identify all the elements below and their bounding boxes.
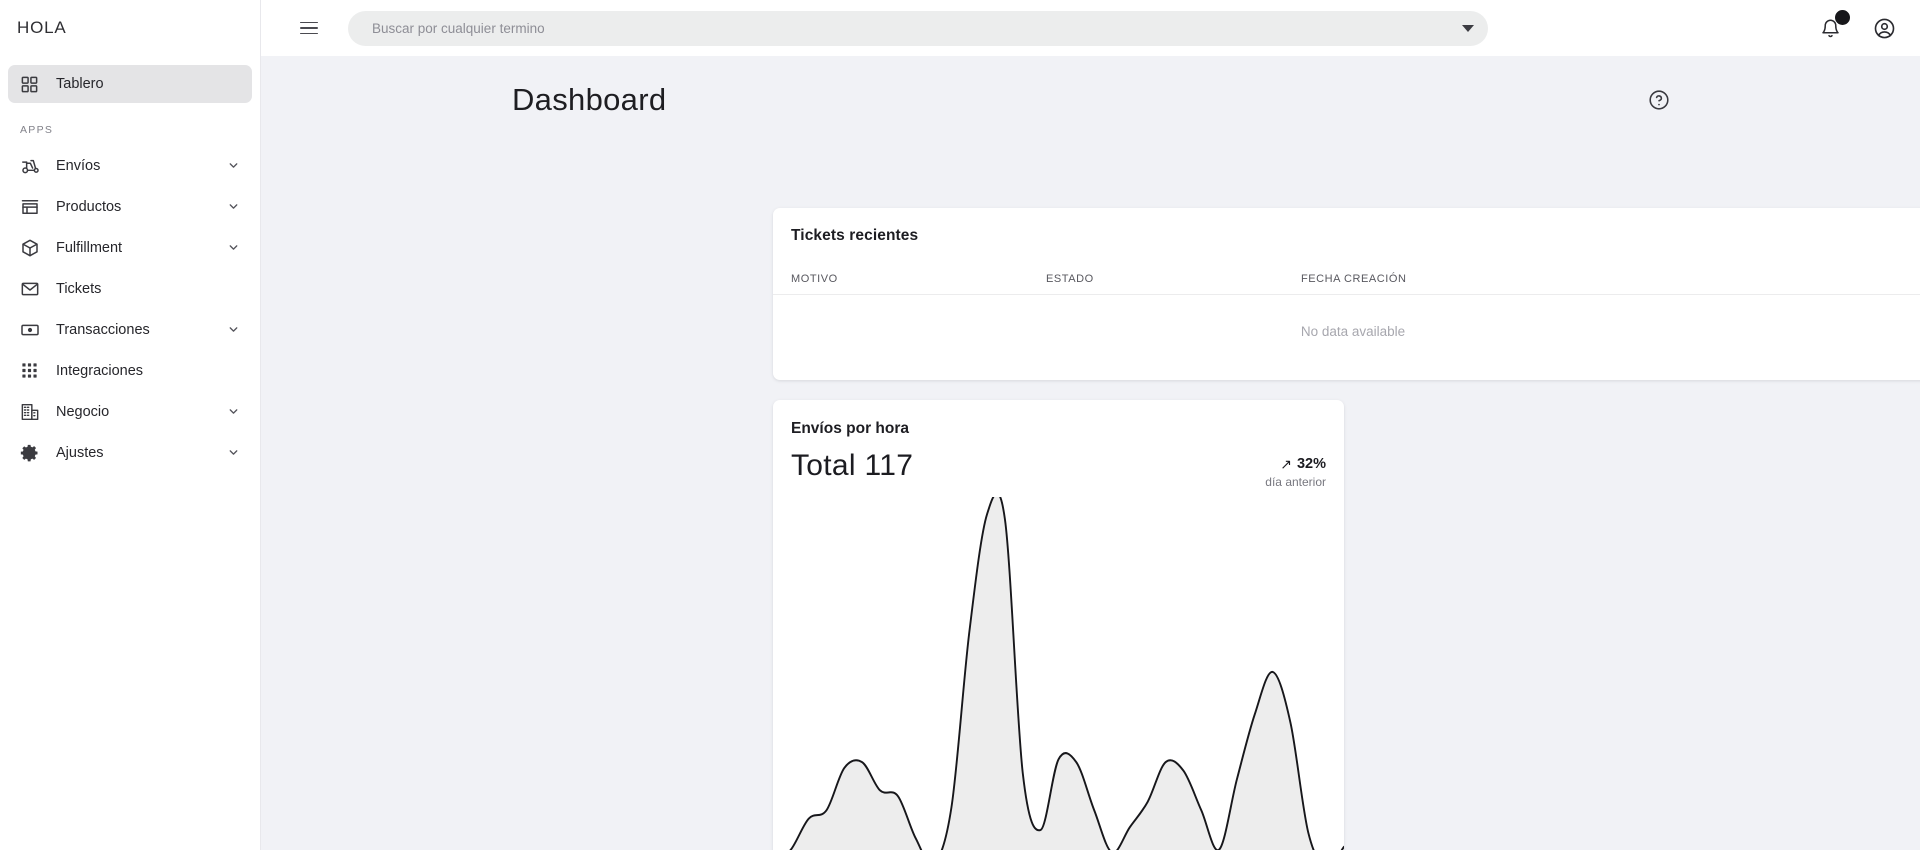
hamburger-menu-icon[interactable] bbox=[292, 11, 326, 45]
grid-dashboard-icon bbox=[20, 73, 46, 95]
sidebar-item-transacciones[interactable]: Transacciones bbox=[8, 309, 252, 350]
empty-state-message: No data available bbox=[1300, 323, 1406, 339]
sidebar-item-label: Transacciones bbox=[56, 321, 150, 338]
recent-tickets-card: Tickets recientes MOTIVO ESTADO FECHA CR… bbox=[773, 208, 1920, 380]
storefront-icon bbox=[20, 196, 46, 218]
sidebar-item-envios[interactable]: Envíos bbox=[8, 145, 252, 186]
scooter-delivery-icon bbox=[20, 155, 46, 177]
area-chart bbox=[773, 497, 1344, 850]
sidebar-item-ajustes[interactable]: Ajustes bbox=[8, 432, 252, 473]
sidebar-app-nav: Envíos Productos Fulfillment Tickets Tra… bbox=[0, 145, 260, 473]
sidebar-item-integraciones[interactable]: Integraciones bbox=[8, 350, 252, 391]
content-pane: Dashboard Tickets recientes MOTIVO ESTAD… bbox=[261, 0, 1920, 850]
card-title: Tickets recientes bbox=[791, 227, 919, 244]
envelope-mail-icon bbox=[20, 278, 46, 300]
area-chart-svg bbox=[789, 497, 1344, 850]
sidebar-item-fulfillment[interactable]: Fulfillment bbox=[8, 227, 252, 268]
sidebar-item-label: Tablero bbox=[56, 76, 104, 92]
notification-badge bbox=[1835, 10, 1850, 25]
sidebar-item-label: Negocio bbox=[56, 403, 110, 420]
column-header-estado: ESTADO bbox=[1046, 273, 1094, 285]
sidebar-item-tablero[interactable]: Tablero bbox=[8, 65, 252, 103]
trend-up-arrow-icon: ↗ bbox=[1280, 456, 1292, 472]
sidebar-item-label: Ajustes bbox=[56, 444, 104, 461]
gear-settings-icon bbox=[20, 442, 46, 464]
office-building-icon bbox=[20, 401, 46, 423]
bell-notification-icon[interactable] bbox=[1816, 10, 1850, 42]
chevron-down-icon[interactable] bbox=[1462, 24, 1474, 32]
brand-logo[interactable]: HOLA bbox=[0, 0, 260, 56]
chart-delta-caption: día anterior bbox=[1265, 475, 1326, 489]
chevron-down-icon[interactable] bbox=[226, 200, 240, 214]
chevron-down-icon[interactable] bbox=[226, 241, 240, 255]
chevron-down-icon[interactable] bbox=[226, 159, 240, 173]
area-chart-fill bbox=[790, 497, 1344, 850]
page-title: Dashboard bbox=[512, 82, 667, 117]
chart-summary: Total 117 ↗ 32% día anterior bbox=[773, 438, 1344, 489]
sidebar-item-tickets[interactable]: Tickets bbox=[8, 268, 252, 309]
topbar-actions bbox=[1776, 10, 1898, 42]
sidebar-item-label: Tickets bbox=[56, 280, 102, 297]
table-header-row: MOTIVO ESTADO FECHA CREACIÓN bbox=[773, 245, 1920, 294]
chart-total-value: Total 117 bbox=[791, 449, 914, 482]
banknote-money-icon bbox=[20, 319, 46, 341]
help-circle-icon[interactable] bbox=[1646, 87, 1672, 113]
card-title: Envíos por hora bbox=[791, 420, 909, 437]
app-root: HOLA Tablero APPS Envíos Productos Fulfi… bbox=[0, 0, 1920, 850]
search-input[interactable] bbox=[372, 20, 1454, 36]
sidebar-item-label: Integraciones bbox=[56, 362, 144, 379]
sidebar-primary-nav: Tablero bbox=[0, 56, 260, 103]
chart-delta-value: 32% bbox=[1296, 456, 1326, 472]
main-content: Dashboard Tickets recientes MOTIVO ESTAD… bbox=[261, 56, 1920, 850]
sidebar-item-label: Envíos bbox=[56, 157, 101, 174]
page-header: Dashboard bbox=[261, 56, 1920, 118]
chevron-down-icon[interactable] bbox=[226, 405, 240, 419]
sidebar-item-productos[interactable]: Productos bbox=[8, 186, 252, 227]
shipments-per-hour-card: Envíos por hora Total 117 ↗ 32% día ante… bbox=[773, 400, 1344, 850]
box-package-icon bbox=[20, 237, 46, 259]
sidebar-item-negocio[interactable]: Negocio bbox=[8, 391, 252, 432]
chevron-down-icon[interactable] bbox=[226, 446, 240, 460]
chart-delta: ↗ 32% día anterior bbox=[1265, 449, 1326, 489]
chevron-down-icon[interactable] bbox=[226, 323, 240, 337]
column-header-motivo: MOTIVO bbox=[791, 273, 838, 285]
column-header-fecha-creacion: FECHA CREACIÓN bbox=[1301, 273, 1407, 285]
sidebar-section-apps: APPS bbox=[20, 124, 54, 136]
sidebar-item-label: Productos bbox=[56, 198, 122, 215]
sidebar-item-label: Fulfillment bbox=[56, 239, 123, 256]
sidebar: HOLA Tablero APPS Envíos Productos Fulfi… bbox=[0, 0, 261, 850]
search-bar[interactable] bbox=[348, 10, 1488, 46]
account-circle-icon[interactable] bbox=[1870, 14, 1898, 42]
apps-grid-icon bbox=[20, 360, 46, 382]
topbar bbox=[261, 0, 1920, 56]
